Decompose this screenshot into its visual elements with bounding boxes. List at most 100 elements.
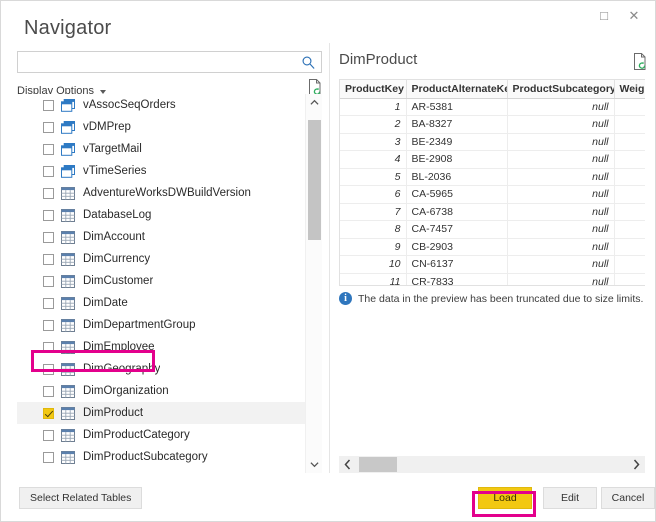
table-cell: BA-8327 xyxy=(406,115,508,134)
view-icon xyxy=(61,98,75,112)
tree-item-dimcurrency[interactable]: DimCurrency xyxy=(17,248,305,270)
tree-item-vdmprep[interactable]: vDMPrep xyxy=(17,116,305,138)
checkbox-dimdate[interactable] xyxy=(43,297,54,309)
checkbox-dimemployee[interactable] xyxy=(43,341,54,353)
tree-item-dimaccount[interactable]: DimAccount xyxy=(17,226,305,248)
table-icon xyxy=(61,362,75,376)
tree-item-label: vTimeSeries xyxy=(83,165,147,177)
column-header[interactable]: ProductSubcategoryKey xyxy=(507,80,615,99)
load-button[interactable]: Load xyxy=(478,487,532,509)
table-cell: null xyxy=(507,273,615,285)
table-cell: BE-2908 xyxy=(406,150,508,169)
object-tree[interactable]: vAssocSeqOrders vDMPrep vTargetMail vTimeSe… xyxy=(17,94,322,473)
table-cell: CA-7457 xyxy=(406,220,508,239)
column-header[interactable]: ProductKey xyxy=(340,80,407,99)
preview-horizontal-scrollbar[interactable] xyxy=(339,456,645,473)
table-cell: 8 xyxy=(340,220,407,239)
preview-refresh-document-icon[interactable] xyxy=(633,53,647,70)
table-row[interactable]: 9 CB-2903 null xyxy=(340,238,645,256)
checkbox-dimproductcategory[interactable] xyxy=(43,429,54,441)
table-row[interactable]: 10 CN-6137 null xyxy=(340,255,645,274)
navigator-dialog: □ ✕ Navigator Display Options vAssocSeqO… xyxy=(0,0,656,522)
column-header[interactable]: Weigh xyxy=(614,80,645,99)
checkbox-dimaccount[interactable] xyxy=(43,231,54,243)
table-cell xyxy=(614,203,645,221)
table-cell: null xyxy=(507,220,615,239)
tree-item-dimemployee[interactable]: DimEmployee xyxy=(17,336,305,358)
tree-item-label: AdventureWorksDWBuildVersion xyxy=(83,187,251,199)
table-cell xyxy=(614,255,645,274)
table-row[interactable]: 8 CA-7457 null xyxy=(340,220,645,239)
maximize-icon[interactable]: □ xyxy=(589,2,619,28)
cancel-button[interactable]: Cancel xyxy=(601,487,655,509)
tree-item-label: DimGeography xyxy=(83,363,161,375)
checkbox-dimdepartmentgroup[interactable] xyxy=(43,319,54,331)
tree-item-vtargetmail[interactable]: vTargetMail xyxy=(17,138,305,160)
tree-item-dimcustomer[interactable]: DimCustomer xyxy=(17,270,305,292)
column-header[interactable]: ProductAlternateKey xyxy=(406,80,508,99)
close-icon[interactable]: ✕ xyxy=(619,2,649,28)
tree-item-label: DimAccount xyxy=(83,231,145,243)
tree-item-vtimeseries[interactable]: vTimeSeries xyxy=(17,160,305,182)
scroll-up-icon[interactable] xyxy=(306,94,322,111)
tree-item-dimproduct[interactable]: DimProduct xyxy=(17,402,305,424)
table-icon xyxy=(61,186,75,200)
checkbox-dimgeography[interactable] xyxy=(43,363,54,375)
table-cell: CA-5965 xyxy=(406,185,508,204)
checkbox-dimcustomer[interactable] xyxy=(43,275,54,287)
scroll-right-icon[interactable] xyxy=(628,456,645,473)
scrollbar-thumb[interactable] xyxy=(308,120,321,240)
table-row[interactable]: 11 CR-7833 null xyxy=(340,273,645,285)
tree-item-dimgeography[interactable]: DimGeography xyxy=(17,358,305,380)
table-row[interactable]: 5 BL-2036 null xyxy=(340,168,645,186)
table-cell: null xyxy=(507,238,615,256)
checkbox-vdmprep[interactable] xyxy=(43,121,54,133)
tree-item-dimorganization[interactable]: DimOrganization xyxy=(17,380,305,402)
tree-item-dimproductcategory[interactable]: DimProductCategory xyxy=(17,424,305,446)
table-cell: null xyxy=(507,255,615,274)
tree-item-label: DimProductCategory xyxy=(83,429,190,441)
object-tree-list[interactable]: vAssocSeqOrders vDMPrep vTargetMail vTimeSe… xyxy=(17,94,305,473)
tree-item-label: DatabaseLog xyxy=(83,209,152,221)
checkbox-vtargetmail[interactable] xyxy=(43,143,54,155)
table-cell: 5 xyxy=(340,168,407,186)
tree-item-adventureworksdwbuildversion[interactable]: AdventureWorksDWBuildVersion xyxy=(17,182,305,204)
search-icon[interactable] xyxy=(301,55,316,70)
tree-item-databaselog[interactable]: DatabaseLog xyxy=(17,204,305,226)
tree-item-dimproductsubcategory[interactable]: DimProductSubcategory xyxy=(17,446,305,468)
tree-item-dimdate[interactable]: DimDate xyxy=(17,292,305,314)
checkbox-databaselog[interactable] xyxy=(43,209,54,221)
hscrollbar-thumb[interactable] xyxy=(359,457,397,472)
tree-item-dimpromotion[interactable]: DimPromotion xyxy=(17,468,305,473)
search-box[interactable] xyxy=(17,51,322,73)
table-cell xyxy=(614,185,645,204)
checkbox-dimproductsubcategory[interactable] xyxy=(43,451,54,463)
checkbox-vtimeseries[interactable] xyxy=(43,165,54,177)
checkbox-dimorganization[interactable] xyxy=(43,385,54,397)
table-icon xyxy=(61,274,75,288)
table-icon xyxy=(61,230,75,244)
table-row[interactable]: 3 BE-2349 null xyxy=(340,133,645,151)
checkbox-dimproduct[interactable] xyxy=(43,407,54,419)
table-body: 1 AR-5381 null 2 BA-8327 null 3 BE-2349 null 4 BE-… xyxy=(340,98,645,285)
select-related-tables-button[interactable]: Select Related Tables xyxy=(19,487,143,509)
scroll-down-icon[interactable] xyxy=(306,456,322,473)
page-title: Navigator xyxy=(24,17,112,39)
checkbox-vassocseqorders[interactable] xyxy=(43,99,54,111)
edit-button[interactable]: Edit xyxy=(543,487,597,509)
scroll-left-icon[interactable] xyxy=(339,456,356,473)
table-row[interactable]: 4 BE-2908 null xyxy=(340,150,645,169)
search-input[interactable] xyxy=(18,52,321,72)
table-row[interactable]: 7 CA-6738 null xyxy=(340,203,645,221)
table-row[interactable]: 2 BA-8327 null xyxy=(340,115,645,134)
table-cell: null xyxy=(507,150,615,169)
checkbox-adventureworksdwbuildversion[interactable] xyxy=(43,187,54,199)
table-cell: AR-5381 xyxy=(406,98,508,116)
table-row[interactable]: 1 AR-5381 null xyxy=(340,98,645,116)
checkbox-dimcurrency[interactable] xyxy=(43,253,54,265)
tree-item-vassocseqorders[interactable]: vAssocSeqOrders xyxy=(17,94,305,116)
table-row[interactable]: 6 CA-5965 null xyxy=(340,185,645,204)
tree-vertical-scrollbar[interactable] xyxy=(305,94,322,473)
tree-item-dimdepartmentgroup[interactable]: DimDepartmentGroup xyxy=(17,314,305,336)
preview-grid[interactable]: ProductKey ProductAlternateKey ProductSubc… xyxy=(339,79,645,286)
